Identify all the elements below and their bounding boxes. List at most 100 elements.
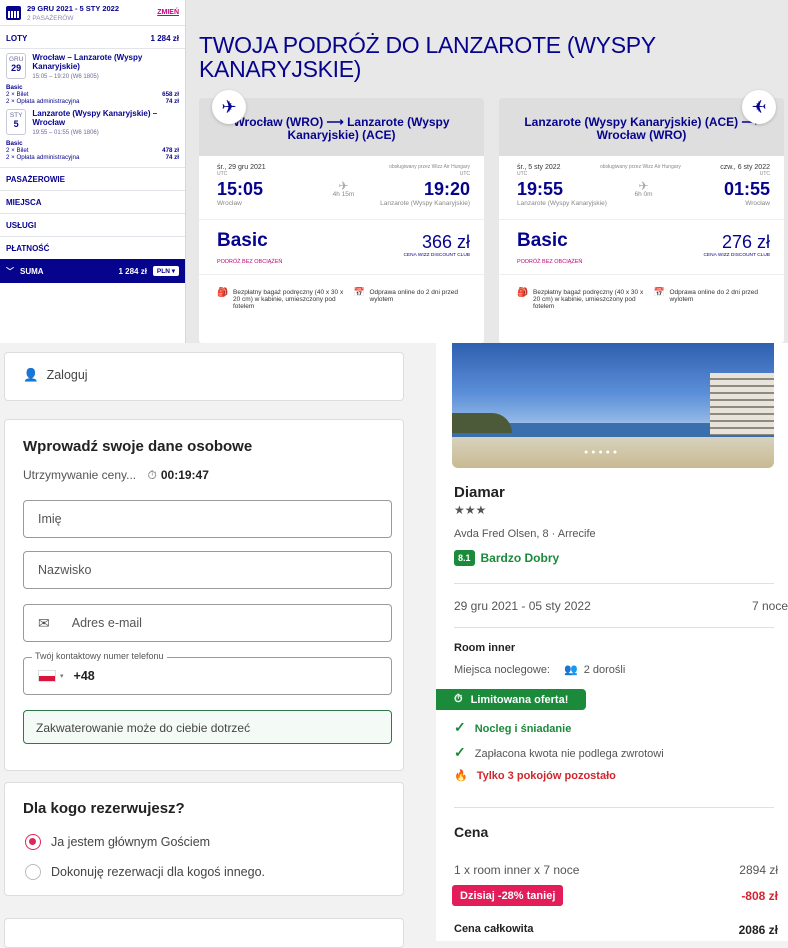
section-payment[interactable]: PŁATNOŚĆ [0,236,185,259]
poland-flag-icon[interactable] [38,670,56,682]
discount-badge: Dzisiaj -28% taniej [452,885,564,906]
departure-time: 15:05 [217,179,264,199]
chevron-down-icon: ▾ [60,673,64,680]
contact-note: Zakwaterowanie może do ciebie dotrzeć [23,710,392,744]
wizz-summary-sidebar: 29 GRU 2021 - 5 STY 2022 2 PASAŻERÓW ZMI… [0,0,186,343]
stay-dates: 29 gru 2021 - 05 sty 2022 [454,599,591,613]
calendar-icon: 📅 [353,287,365,297]
total-value: 2086 zł [738,923,778,937]
email-field[interactable]: ✉ Adres e-mail [23,604,392,642]
price-line-value: 2894 zł [739,863,778,877]
login-link[interactable]: 👤 Zaloguj [23,368,88,383]
who-title: Dla kogo rezerwujesz? [23,800,185,817]
calendar-icon: 📅 [653,287,665,297]
departure-time: 19:55 [517,179,564,199]
radio-someone-else-label[interactable]: Dokonuję rezerwacji dla kogoś innego. [51,865,265,879]
phone-prefix: +48 [73,669,95,683]
flights-label: LOTY [6,34,28,43]
flame-icon: 🔥 [454,770,468,782]
clock-icon: ⏱ [454,693,463,705]
price-line-label: 1 x room inner x 7 noce [454,863,580,877]
change-button[interactable]: ZMIEŃ [157,9,179,16]
leg-route: Lanzarote (Wyspy Kanaryjskie) – Wrocław [32,109,158,127]
leg-date-box: STY 5 [6,109,27,135]
leg-times: 15:05 – 19:20 (W6 1805) [32,74,99,80]
leg-times: 19:55 – 01:55 (W6 1806) [32,130,99,136]
leg-return-fare: Basic 2 × Bilet 478 zł 2 × Opłata adminis… [6,140,179,161]
hotel-summary: ●●●●● Diamar ★★★ Avda Fred Olsen, 8 · Ar… [436,343,788,941]
flight-card-outbound: Wrocław (WRO) ⟶ Lanzarote (Wyspy Kanaryj… [199,98,484,343]
arrival-time: 01:55 [723,179,770,199]
flight-date: śr., 29 gru 2021 [217,164,266,171]
discount-value: -808 zł [741,889,778,903]
check-icon: ✓ [454,719,466,735]
radio-main-guest[interactable] [25,834,41,850]
form-title: Wprowadź swoje dane osobowe [23,438,253,455]
arrival-time: 19:20 [423,179,470,199]
feature-breakfast: ✓ Nocleg i śniadanie [454,719,572,735]
passenger-count: 2 PASAŻERÓW [27,14,74,22]
phone-label: Twój kontaktowy numer telefonu [32,651,167,661]
fare-basic[interactable]: Basic PODRÓŻ BEZ OBCIĄŻEŃ 366 zł CENA WIZZ… [199,219,484,274]
bag-icon: 🎒 [517,287,529,297]
sum-bar[interactable]: ﹀ SUMA 1 284 zł PLN ▾ [0,259,185,283]
wizz-main: TWOJA PODRÓŻ DO LANZAROTE (WYSPY KANARYJ… [186,0,788,343]
arrival-date: czw., 6 sty 2022 [720,164,770,171]
leg-route: Wrocław – Lanzarote (Wyspy Kanaryjskie) [32,53,143,71]
rooms-left-warning: 🔥 Tylko 3 pokojów pozostało [454,770,616,782]
total-label: Cena całkowita [454,923,534,935]
flight-duration: 6h 0m [634,191,653,198]
hotel-photo[interactable]: ●●●●● [452,343,774,468]
feature-nonrefundable: ✓ Zapłacona kwota nie podlega zwrotowi [454,744,664,760]
plane-icon: ✈ [338,179,349,193]
section-services[interactable]: USŁUGI [0,213,185,236]
bag-icon: 🎒 [217,287,229,297]
who-booking-card: Dla kogo rezerwujesz? Ja jestem głównym … [4,782,404,896]
fare-price: 276 zł [721,232,770,252]
operated-by: obsługiwany przez Wizz Air Hungary [389,164,470,170]
user-icon: 👤 [23,368,39,382]
flights-total: 1 284 zł [150,34,179,43]
radio-main-guest-label[interactable]: Ja jestem głównym Gościem [51,835,210,849]
leg-return: STY 5 Lanzarote (Wyspy Kanaryjskie) – Wro… [0,105,185,140]
trip-dates-bar: 29 GRU 2021 - 5 STY 2022 2 PASAŻERÓW ZMI… [0,0,185,26]
carousel-dots[interactable]: ●●●●● [584,449,620,456]
phone-field[interactable]: Twój kontaktowy numer telefonu ▾ +48 [23,651,392,695]
flight-card-return: Lanzarote (Wyspy Kanaryjskie) (ACE) ⟶ Wr… [499,98,784,343]
sum-value: 1 284 zł [118,266,147,276]
radio-someone-else[interactable] [25,864,41,880]
hotel-rating: 8.1 Bardzo Dobry [454,550,559,566]
first-name-field[interactable]: Imię [23,500,392,538]
hotel-name: Diamar [454,484,505,501]
fare-price: 366 zł [421,232,470,252]
leg-outbound-fare: Basic 2 × Bilet 658 zł 2 × Opłata adminis… [6,84,179,105]
rating-label: Bardzo Dobry [480,551,560,565]
clock-icon: ⏱ [147,468,157,482]
next-card [4,918,404,948]
hold-timer: 00:19:47 [160,468,209,482]
section-seats[interactable]: MIEJSCA [0,190,185,213]
currency-select[interactable]: PLN ▾ [152,266,179,276]
flight-date: śr., 5 sty 2022 [517,164,561,171]
leg-date-box: GRU 29 [6,53,27,79]
trip-dates: 29 GRU 2021 - 5 STY 2022 [27,3,119,13]
page-title: TWOJA PODRÓŻ DO LANZAROTE (WYSPY KANARYJ… [199,32,656,82]
room-name: Room inner [454,642,516,654]
people-icon: 👥 [564,664,578,676]
flight-duration: 4h 15m [332,191,355,198]
last-name-field[interactable]: Nazwisko [23,551,392,589]
check-icon: ✓ [454,744,466,760]
plane-icon: ✈ [638,179,649,193]
room-sleeps: Miejsca noclegowe: 👥 2 dorośli [454,664,626,676]
sum-label: SUMA [20,266,44,276]
calendar-icon [6,5,21,20]
section-passengers[interactable]: PASAŻEROWIE [0,167,185,190]
plane-icon: ✈ [212,90,246,124]
hotel-stars: ★★★ [454,503,487,517]
login-card[interactable]: 👤 Zaloguj [4,352,404,401]
rating-score: 8.1 [454,550,475,566]
fare-basic[interactable]: Basic PODRÓŻ BEZ OBCIĄŻEŃ 276 zł CENA WIZZ… [499,219,784,274]
flights-row[interactable]: LOTY 1 284 zł [0,26,185,49]
mail-icon: ✉ [38,614,50,631]
price-hold: Utrzymywanie ceny... ⏱ 00:19:47 [23,468,209,482]
